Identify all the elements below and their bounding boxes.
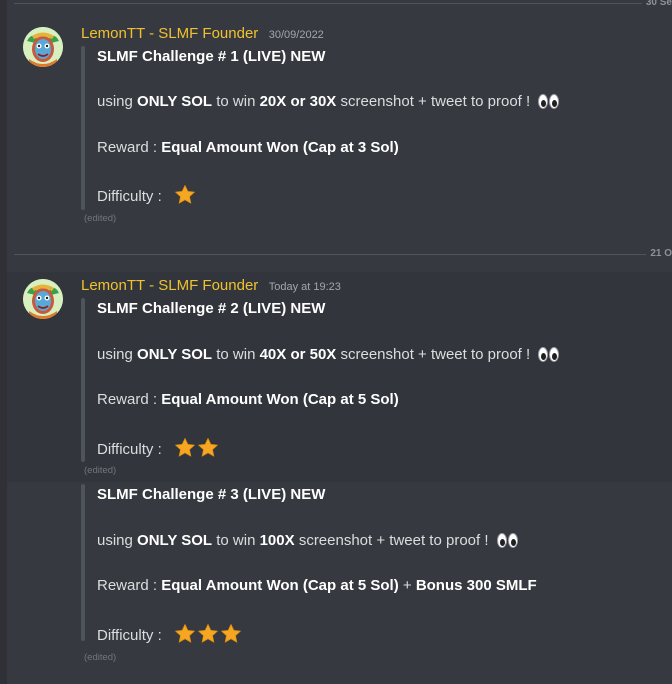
date-divider-label: 30 Se: [641, 0, 672, 8]
username[interactable]: LemonTT - SLMF Founder: [81, 25, 258, 42]
reward-line: Reward : Equal Amount Won (Cap at 3 Sol): [97, 139, 399, 156]
challenge-title: SLMF Challenge # 1 (LIVE) NEW: [97, 48, 326, 65]
difficulty-line: Difficulty :: [97, 623, 243, 645]
star-icon: [175, 438, 195, 457]
challenge-title: SLMF Challenge # 2 (LIVE) NEW: [97, 300, 326, 317]
channel-sidebar-edge: [0, 0, 7, 684]
difficulty-line: Difficulty :: [97, 437, 220, 459]
edited-label: (edited): [84, 652, 117, 663]
difficulty-stars: [174, 437, 220, 459]
edited-label: (edited): [84, 465, 117, 476]
eyes-icon: [496, 533, 519, 548]
date-divider: 21 O: [14, 248, 672, 259]
challenge-condition: using ONLY SOL to win 40X or 50X screens…: [97, 346, 560, 364]
challenge-title: SLMF Challenge # 3 (LIVE) NEW: [97, 486, 326, 503]
edited-label: (edited): [84, 213, 117, 224]
date-divider-label: 21 O: [646, 248, 672, 259]
reward-line: Reward : Equal Amount Won (Cap at 5 Sol)…: [97, 577, 537, 594]
star-icon: [221, 624, 241, 643]
avatar-image: [23, 27, 63, 67]
blockquote-bar: [81, 298, 85, 462]
eyes-icon: [538, 347, 560, 362]
difficulty-line: Difficulty :: [97, 184, 197, 206]
blockquote-bar: [81, 46, 85, 210]
avatar-image: [23, 279, 63, 319]
blockquote-bar: [81, 484, 85, 641]
difficulty-stars: [174, 623, 243, 645]
avatar[interactable]: [23, 27, 63, 67]
challenge-condition: using ONLY SOL to win 100X screenshot + …: [97, 532, 519, 550]
timestamp[interactable]: Today at 19:23: [269, 281, 341, 293]
message-header: LemonTT - SLMF Founder Today at 19:23: [81, 277, 341, 295]
timestamp[interactable]: 30/09/2022: [269, 29, 324, 41]
date-divider: 30 Se: [14, 0, 672, 8]
username[interactable]: LemonTT - SLMF Founder: [81, 277, 258, 294]
challenge-condition: using ONLY SOL to win 20X or 30X screens…: [97, 93, 560, 111]
star-icon: [198, 438, 218, 457]
eyes-icon: [538, 94, 560, 109]
reward-line: Reward : Equal Amount Won (Cap at 5 Sol): [97, 391, 399, 408]
star-icon: [175, 185, 195, 204]
avatar[interactable]: [23, 279, 63, 319]
message-header: LemonTT - SLMF Founder 30/09/2022: [81, 25, 324, 43]
difficulty-stars: [174, 184, 197, 206]
star-icon: [175, 624, 195, 643]
star-icon: [198, 624, 218, 643]
